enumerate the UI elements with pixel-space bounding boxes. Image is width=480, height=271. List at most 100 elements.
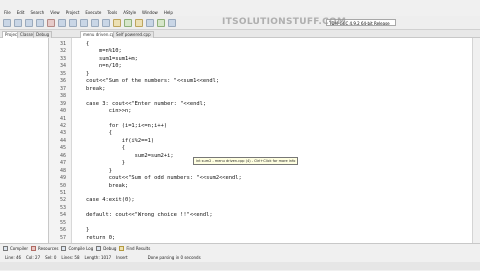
line-number: 37 xyxy=(59,85,66,92)
menu-execute[interactable]: Execute xyxy=(85,10,101,15)
save-all-icon[interactable] xyxy=(36,18,44,27)
line-number: 47 xyxy=(59,160,66,167)
redo-icon[interactable] xyxy=(80,18,88,27)
status-line: Line: 46 xyxy=(5,254,22,260)
code-line[interactable]: return 0; xyxy=(86,235,115,242)
rebuild-icon[interactable] xyxy=(146,18,154,27)
menu-bar: File Edit Search View Project Execute To… xyxy=(0,8,480,16)
compile-run-icon[interactable] xyxy=(135,18,143,27)
tab-find-results[interactable]: Find Results xyxy=(119,245,150,251)
line-number: 35 xyxy=(59,70,66,77)
menu-tools[interactable]: Tools xyxy=(107,10,117,15)
compile-log-icon xyxy=(61,245,67,251)
profile-icon[interactable] xyxy=(168,18,176,27)
line-number: 56 xyxy=(59,227,66,234)
code-line[interactable]: sum1=sum1+m; xyxy=(86,56,138,63)
compile-icon[interactable] xyxy=(113,18,121,27)
menu-view[interactable]: View xyxy=(50,10,60,15)
code-line[interactable]: { xyxy=(86,41,89,48)
compiler-icon xyxy=(3,245,8,251)
line-number: 55 xyxy=(59,219,66,226)
code-line[interactable]: break; xyxy=(86,86,105,93)
code-line[interactable]: } xyxy=(86,168,112,175)
tab-compiler[interactable]: Compiler xyxy=(3,245,28,251)
status-sel: Sel: 0 xyxy=(45,254,57,260)
code-line[interactable]: case 4:exit(0); xyxy=(86,197,135,204)
resources-icon xyxy=(31,245,37,251)
code-line[interactable]: { xyxy=(86,145,125,152)
code-line[interactable]: cout<<"Sum of the numbers: "<<sum1<<endl… xyxy=(86,78,219,85)
code-line[interactable]: m=n%10; xyxy=(86,48,122,55)
open-file-icon[interactable] xyxy=(14,18,22,27)
status-message: Done parsing in 0 seconds xyxy=(147,254,201,260)
line-number: 50 xyxy=(59,182,66,189)
line-number: 46 xyxy=(59,152,66,159)
print-icon[interactable] xyxy=(58,18,66,27)
find-icon[interactable] xyxy=(91,18,99,27)
run-icon[interactable] xyxy=(124,18,132,27)
menu-astyle[interactable]: AStyle xyxy=(123,10,136,15)
status-mode: Insert xyxy=(116,254,128,260)
line-number: 32 xyxy=(59,48,66,55)
bottom-strip xyxy=(0,262,480,270)
line-number: 52 xyxy=(59,197,66,204)
status-bar: Line: 46 Col: 27 Sel: 0 Lines: 58 Length… xyxy=(0,253,480,261)
line-number: 40 xyxy=(59,108,66,115)
code-line[interactable]: for (i=1;i<=n;i++) xyxy=(86,123,167,130)
line-number: 38 xyxy=(59,93,66,100)
line-number: 53 xyxy=(59,204,66,211)
close-icon[interactable] xyxy=(47,18,55,27)
line-number: 54 xyxy=(59,212,66,219)
save-icon[interactable] xyxy=(25,18,33,27)
tab-compile-log[interactable]: Compile Log xyxy=(61,245,93,251)
line-number: 44 xyxy=(59,137,66,144)
line-number: 43 xyxy=(59,130,66,137)
code-line[interactable]: break; xyxy=(86,183,129,190)
code-line[interactable]: cout<<"Sum of odd numbers: "<<sum2<<endl… xyxy=(86,175,242,182)
replace-icon[interactable] xyxy=(102,18,110,27)
code-line[interactable]: sum2=sum2+i; xyxy=(86,153,174,160)
vertical-scrollbar[interactable] xyxy=(472,38,480,243)
line-number: 42 xyxy=(59,122,66,129)
code-line[interactable]: } xyxy=(86,71,89,78)
undo-icon[interactable] xyxy=(69,18,77,27)
line-number: 31 xyxy=(59,41,66,47)
code-line[interactable]: case 3: cout<<"Enter number: "<<endl; xyxy=(86,101,206,108)
menu-window[interactable]: Window xyxy=(142,10,158,15)
line-number: 39 xyxy=(59,100,66,107)
status-lines: Lines: 58 xyxy=(61,254,80,260)
code-line[interactable]: default: cout<<"Wrong choice !!"<<endl; xyxy=(86,212,213,219)
code-line[interactable]: cin>>n; xyxy=(86,108,132,115)
line-number: 33 xyxy=(59,55,66,62)
status-col: Col: 27 xyxy=(26,254,41,260)
line-number: 48 xyxy=(59,167,66,174)
status-length: Length: 1017 xyxy=(84,254,112,260)
code-line[interactable]: } xyxy=(86,227,89,234)
debug-icon[interactable] xyxy=(157,18,165,27)
tab-strip: Project Classes Debug menu driven.cpp Se… xyxy=(0,30,480,38)
tab-debug-bottom[interactable]: Debug xyxy=(96,245,116,251)
line-number: 45 xyxy=(59,145,66,152)
project-panel xyxy=(0,38,49,243)
new-file-icon[interactable] xyxy=(3,18,11,27)
code-line[interactable]: { xyxy=(86,130,112,137)
tab-resources[interactable]: Resources xyxy=(31,245,58,251)
menu-search[interactable]: Search xyxy=(30,10,44,15)
debug-icon-small xyxy=(96,245,102,251)
tab-debug[interactable]: Debug xyxy=(33,31,53,38)
hover-tooltip: int sum2 - menu driven.cpp (4) - Ctrl+Cl… xyxy=(193,157,299,165)
line-number: 49 xyxy=(59,175,66,182)
code-line[interactable]: n=n/10; xyxy=(86,63,122,70)
line-number: 41 xyxy=(59,115,66,122)
menu-file[interactable]: File xyxy=(4,10,11,15)
bottom-tabs: Compiler Resources Compile Log Debug Fin… xyxy=(0,244,150,252)
line-number: 51 xyxy=(59,190,66,196)
code-line[interactable]: } xyxy=(86,160,125,167)
menu-edit[interactable]: Edit xyxy=(17,10,25,15)
menu-project[interactable]: Project xyxy=(66,10,80,15)
line-number: 34 xyxy=(59,63,66,70)
title-bar xyxy=(0,0,480,8)
menu-help[interactable]: Help xyxy=(164,10,173,15)
tab-self-powered[interactable]: Self powered.cpp xyxy=(113,31,154,38)
code-line[interactable]: if(i%2==1) xyxy=(86,138,154,145)
